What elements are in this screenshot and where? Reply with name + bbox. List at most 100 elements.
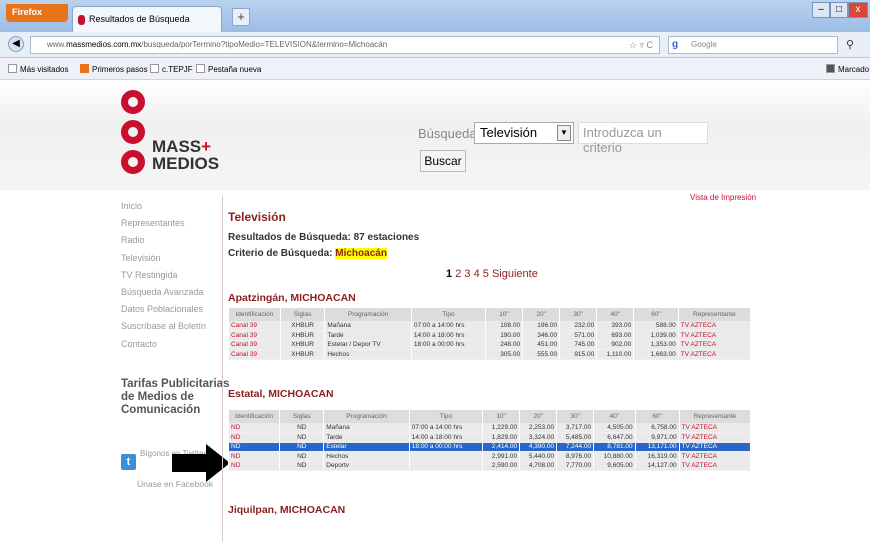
table-cell: Tarde — [324, 330, 412, 341]
table-row[interactable]: ND ND Mañana 07:00 a 14:00 hrs 1,229.00 2,253… — [227, 423, 750, 433]
table-cell[interactable]: TV AZTECA — [677, 349, 750, 360]
web-page: MASS+ MEDIOS Búsqueda: Televisión ▼ Intr… — [0, 80, 870, 542]
maximize-button[interactable]: □ — [830, 2, 848, 18]
table-row[interactable]: ND ND Estelar 18:00 a 00:00 hrs 2,414.00 4,39… — [227, 442, 750, 452]
sidebar-item-boletin[interactable]: Suscríbase al Boletín — [121, 318, 206, 335]
table-cell: 4,505.00 — [593, 423, 636, 433]
sidebar-item-busqueda-avanzada[interactable]: Búsqueda Avanzada — [121, 284, 206, 301]
url-bar[interactable]: www.massmedios.com.mx/busqueda/porTermin… — [30, 36, 660, 54]
criterio-input[interactable]: Introduzca un criterio — [578, 122, 708, 155]
page-link[interactable]: 5 — [483, 268, 489, 280]
table-cell: 393.00 — [596, 321, 634, 331]
table-cell[interactable]: ND — [227, 423, 280, 433]
next-page-link[interactable]: Siguiente — [492, 268, 538, 280]
sidebar-item-television[interactable]: Televisión — [121, 250, 206, 267]
table-row[interactable]: Canal 39 XHBUR Tarde 14:00 a 18:00 hrs 190.0… — [228, 330, 750, 341]
table-cell[interactable]: Canal 39 — [228, 349, 281, 360]
table-cell[interactable]: ND — [227, 442, 280, 452]
sidebar-item-radio[interactable]: Radio — [121, 232, 206, 249]
logo-eight-icon[interactable] — [118, 90, 148, 180]
search-icon[interactable]: ⚲ — [846, 38, 854, 51]
table-cell[interactable]: ND — [227, 432, 280, 443]
table-cell: 8,781.00 — [593, 442, 636, 452]
bookmark-pestana-nueva[interactable]: Pestaña nueva — [196, 64, 261, 74]
table-cell: 5,485.00 — [556, 432, 594, 443]
busqueda-label: Búsqueda: — [418, 126, 481, 141]
new-tab-button[interactable]: + — [232, 8, 250, 26]
table-cell[interactable]: Canal 39 — [228, 330, 281, 341]
favicon-icon — [78, 15, 85, 25]
tipo-medio-select[interactable]: Televisión ▼ — [474, 122, 574, 144]
table-cell[interactable]: Canal 39 — [228, 321, 281, 331]
column-header: 30" — [556, 410, 594, 423]
bookmark-star-icon[interactable]: ☆ ▿ C — [629, 40, 653, 51]
buscar-button[interactable]: Buscar — [420, 150, 466, 172]
minimize-button[interactable]: – — [812, 2, 830, 18]
table-row[interactable]: ND ND Hechos 2,991.00 5,440.00 8,976.00 10,880… — [227, 451, 750, 462]
table-cell[interactable]: TV AZTECA — [678, 461, 750, 471]
table-cell: 588.00 — [633, 321, 679, 331]
vista-impresion-link[interactable]: Vista de Impresión — [690, 193, 756, 202]
page-title: Televisión — [228, 210, 286, 224]
table-cell: 7,244.00 — [556, 442, 594, 452]
tarifas-heading[interactable]: Tarifas Publicitarias de Medios de Comun… — [121, 378, 231, 417]
firefox-icon — [80, 64, 89, 73]
table-cell[interactable]: TV AZTECA — [678, 451, 750, 462]
column-header: 20" — [522, 308, 560, 321]
column-header: Identificación — [227, 410, 280, 423]
criterio-value: Michoacán — [335, 248, 387, 259]
table-cell: 13,171.00 — [634, 442, 680, 452]
page-link[interactable]: 2 — [455, 268, 461, 280]
page-link[interactable]: 3 — [464, 268, 470, 280]
table-cell[interactable]: TV AZTECA — [678, 442, 750, 452]
table-cell[interactable]: TV AZTECA — [677, 321, 750, 331]
logo-text[interactable]: MASS+ MEDIOS — [152, 138, 219, 172]
table-row[interactable]: Canal 39 XHBUR Estelar / Depor TV 18:00 a 0… — [228, 340, 750, 350]
bookmarks-menu[interactable]: Marcado — [826, 64, 869, 74]
table-cell[interactable]: ND — [227, 451, 280, 462]
column-header: 40" — [596, 308, 634, 321]
search-engine-box[interactable]: g Google — [668, 36, 838, 54]
bookmarks-icon — [826, 64, 835, 73]
table-row[interactable]: ND ND Deportv 2,590.00 4,708.00 7,770.00 9,605… — [227, 461, 750, 471]
column-header: 20" — [519, 410, 557, 423]
twitter-icon[interactable]: t — [121, 454, 136, 470]
table-cell[interactable]: TV AZTECA — [678, 423, 750, 433]
sidebar-item-contacto[interactable]: Contacto — [121, 336, 206, 353]
table-cell: XHBUR — [279, 321, 325, 331]
back-arrow-icon[interactable]: ◀ — [8, 36, 24, 52]
page-current: 1 — [446, 268, 453, 280]
navigation-bar: ◀ www.massmedios.com.mx/busqueda/porTerm… — [0, 32, 870, 58]
table-row[interactable]: Canal 39 XHBUR Mañana 07:00 a 14:00 hrs 108.… — [228, 321, 750, 331]
table-row[interactable]: Canal 39 XHBUR Hechos 305.00 555.00 915.00 1,1… — [228, 349, 750, 360]
table-cell: 4,708.00 — [519, 461, 557, 471]
table-cell: 2,991.00 — [482, 451, 520, 462]
table-cell[interactable]: ND — [227, 461, 280, 471]
table-cell[interactable]: TV AZTECA — [677, 330, 750, 341]
table-cell — [408, 461, 483, 471]
close-button[interactable]: x — [848, 2, 868, 18]
column-header: 10" — [482, 410, 520, 423]
table-cell: 232.00 — [559, 321, 597, 331]
table-cell: 571.00 — [559, 330, 597, 341]
sidebar-item-representantes[interactable]: Representantes — [121, 215, 206, 232]
table-cell: 4,390.00 — [519, 442, 557, 452]
sidebar-item-tv-restringida[interactable]: TV Restingida — [121, 267, 206, 284]
table-cell[interactable]: TV AZTECA — [678, 432, 750, 443]
table-cell: 7,770.00 — [556, 461, 594, 471]
bookmark-tepjf[interactable]: c.TEPJF — [150, 64, 193, 74]
table-cell: Tarde — [323, 432, 410, 443]
table-row[interactable]: ND ND Tarde 14:00 a 18:00 hrs 1,829.00 3,324.… — [227, 432, 750, 443]
bookmark-mas-visitados[interactable]: Más visitados — [8, 64, 68, 74]
sidebar-item-datos[interactable]: Datos Poblacionales — [121, 301, 206, 318]
tab-resultados[interactable]: Resultados de Búsqueda — [72, 6, 222, 32]
chevron-down-icon[interactable]: ▼ — [557, 125, 571, 141]
table-cell: Hechos — [323, 451, 410, 462]
table-cell[interactable]: TV AZTECA — [677, 340, 750, 350]
table-cell[interactable]: Canal 39 — [228, 340, 281, 350]
page-link[interactable]: 4 — [474, 268, 480, 280]
firefox-menu-button[interactable]: Firefox — [6, 4, 68, 22]
bookmark-primeros-pasos[interactable]: Primeros pasos — [80, 64, 148, 74]
column-header: Siglas — [279, 410, 324, 423]
sidebar-item-inicio[interactable]: Inicio — [121, 198, 206, 215]
